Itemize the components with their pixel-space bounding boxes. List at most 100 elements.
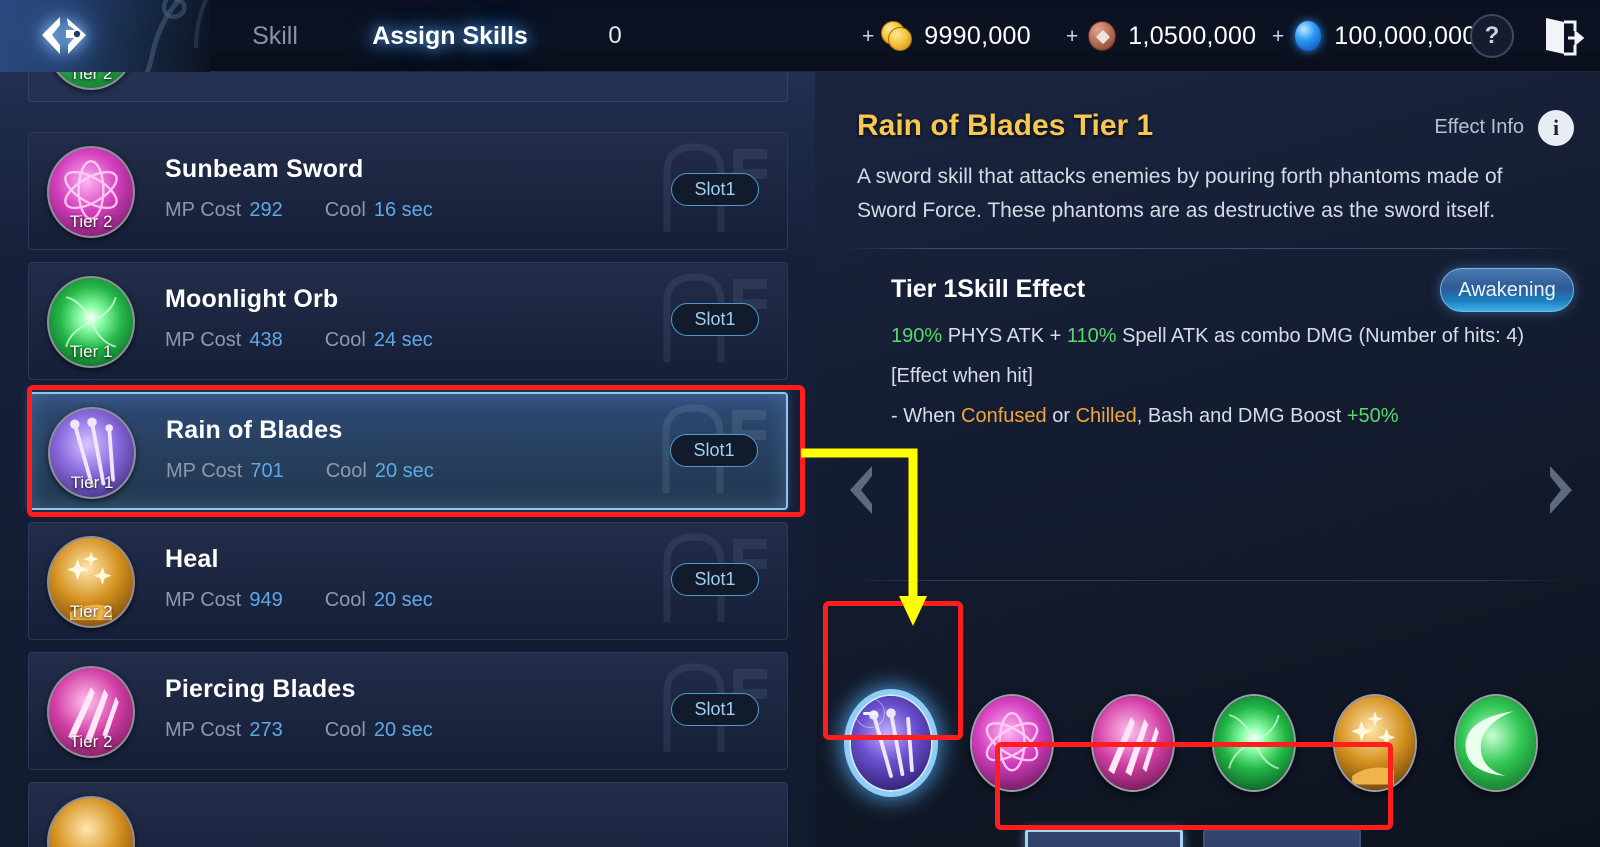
- mp-cost-value: 292: [249, 199, 283, 221]
- list-item-sunbeam-sword[interactable]: Tier 2 Sunbeam Sword MP Cost 292 Cool 16…: [28, 132, 788, 250]
- decorative-swirl-icon: [144, 0, 209, 72]
- copper-plus-label[interactable]: +: [1066, 26, 1078, 47]
- skill-stats: MP Cost 273 Cool 20 sec: [165, 719, 433, 742]
- currency-copper[interactable]: + 1,0500,000: [1066, 0, 1256, 72]
- skill-icon: Tier 1: [48, 407, 136, 499]
- copper-coin-icon: [1085, 19, 1119, 53]
- skill-tier-label: Tier 2: [69, 212, 113, 231]
- gold-plus-label[interactable]: +: [862, 26, 874, 47]
- cooldown-label: Cool: [324, 199, 366, 221]
- status-boost-value: +50%: [1346, 405, 1399, 427]
- skill-icon: Tier 2: [47, 536, 135, 628]
- cooldown-value: 16 sec: [373, 199, 433, 221]
- chevron-left-icon[interactable]: [840, 462, 884, 518]
- skill-tier-label: Tier 2: [69, 72, 113, 83]
- cooldown-value: 20 sec: [373, 589, 433, 611]
- help-button[interactable]: ?: [1470, 14, 1514, 58]
- orb-heal[interactable]: [1333, 694, 1417, 792]
- phys-atk-text: PHYS ATK +: [942, 325, 1067, 347]
- orb-rain-of-blades[interactable]: [849, 694, 933, 792]
- slot1-button[interactable]: Slot1: [1025, 829, 1183, 847]
- slot-badge[interactable]: Slot1: [670, 434, 758, 467]
- skill-description: A sword skill that attacks enemies by po…: [857, 165, 1503, 222]
- orb-piercing-blades[interactable]: [1091, 694, 1175, 792]
- orb-section-divider: [843, 580, 1573, 581]
- status-chilled: Chilled: [1075, 405, 1137, 427]
- orb-moonlight-orb[interactable]: [1212, 694, 1296, 792]
- mp-cost-value: 701: [250, 460, 284, 482]
- skill-tier-label: Tier 2: [69, 732, 113, 751]
- cooldown-label: Cool: [324, 719, 366, 741]
- list-item-rain-of-blades[interactable]: Tier 1 Rain of Blades MP Cost 701 Cool 2…: [28, 392, 788, 510]
- game-logo-icon[interactable]: [34, 14, 96, 58]
- skill-icon: [47, 796, 135, 847]
- skill-icon: Tier 2: [47, 146, 135, 238]
- info-icon[interactable]: i: [1538, 110, 1574, 146]
- slot-badge[interactable]: Slot1: [671, 173, 759, 206]
- skill-icon: Tier 2: [47, 666, 135, 758]
- skill-stats: MP Cost 438 Cool 24 sec: [165, 329, 433, 352]
- tab-assign-skills[interactable]: Assign Skills: [350, 0, 550, 72]
- skill-stats: MP Cost 292 Cool 16 sec: [165, 199, 433, 222]
- gold-coin-icon: [881, 19, 915, 53]
- list-item-partial-bottom[interactable]: [28, 782, 788, 847]
- skill-list-panel[interactable]: Tier 2 Tier 2 Sunbeam Sword MP Cost 292: [0, 72, 815, 847]
- blue-gem-icon: [1291, 19, 1325, 53]
- cooldown-value: 24 sec: [373, 329, 433, 351]
- slot-badge[interactable]: Slot1: [671, 693, 759, 726]
- status-confused: Confused: [961, 405, 1047, 427]
- status-prefix: - When: [891, 405, 962, 427]
- orb-crescent-slash[interactable]: [1454, 694, 1538, 792]
- mp-cost-label: MP Cost: [166, 460, 243, 482]
- gold-amount: 9990,000: [924, 21, 1031, 50]
- remove-skill-icon[interactable]: [855, 698, 885, 728]
- mp-cost-value: 949: [249, 589, 283, 611]
- skill-point-count: 0: [608, 22, 622, 49]
- slot-badge[interactable]: Slot1: [671, 563, 759, 596]
- orb-sunbeam-sword[interactable]: [970, 694, 1054, 792]
- effect-info-label[interactable]: Effect Info: [1434, 116, 1524, 139]
- status-boost-text: , Bash and DMG Boost: [1136, 405, 1347, 427]
- skill-assign-screen: Skill Assign Skills 0 + 9990,000 + 1,050…: [0, 0, 1600, 847]
- gem-plus-label[interactable]: +: [1272, 26, 1284, 47]
- skill-stats: MP Cost 701 Cool 20 sec: [166, 460, 434, 483]
- logo-panel: [0, 0, 210, 72]
- awakening-button[interactable]: Awakening: [1440, 268, 1574, 312]
- exit-door-icon[interactable]: [1542, 15, 1586, 57]
- slot-badge[interactable]: Slot1: [671, 303, 759, 336]
- phys-atk-percent: 190%: [891, 325, 943, 347]
- chevron-right-icon[interactable]: [1538, 462, 1582, 518]
- list-item-piercing-blades[interactable]: Tier 2 Piercing Blades MP Cost 273 Cool …: [28, 652, 788, 770]
- spell-atk-percent: 110%: [1066, 325, 1117, 347]
- skill-icon: Tier 2: [47, 72, 135, 90]
- slot2-button[interactable]: Slot2: [1203, 829, 1361, 847]
- cooldown-value: 20 sec: [373, 719, 433, 741]
- tab-skill[interactable]: Skill: [200, 0, 350, 72]
- skill-name: Sunbeam Sword: [165, 155, 364, 183]
- cooldown-label: Cool: [325, 460, 367, 482]
- mp-cost-value: 438: [249, 329, 283, 351]
- effect-when-hit-heading: [Effect when hit]: [891, 365, 1033, 387]
- mp-cost-value: 273: [249, 719, 283, 741]
- list-item-heal[interactable]: Tier 2 Heal MP Cost 949 Cool 20 sec Slot…: [28, 522, 788, 640]
- combo-dmg-text: Spell ATK as combo DMG (Number of hits: …: [1116, 325, 1525, 347]
- cooldown-label: Cool: [324, 589, 366, 611]
- effect-line-status: - When Confused or Chilled, Bash and DMG…: [891, 405, 1399, 428]
- skill-tier-label: Tier 2: [69, 602, 113, 621]
- mp-cost-label: MP Cost: [165, 719, 242, 741]
- cooldown-label: Cool: [324, 329, 366, 351]
- skill-tier-label: Tier 1: [70, 473, 114, 492]
- skill-stats: MP Cost 949 Cool 20 sec: [165, 589, 433, 612]
- copper-amount: 1,0500,000: [1128, 21, 1257, 50]
- currency-gold[interactable]: + 9990,000: [862, 0, 1031, 72]
- list-item-moonlight-orb[interactable]: Tier 1 Moonlight Orb MP Cost 438 Cool 24…: [28, 262, 788, 380]
- currency-gem[interactable]: + 100,000,000: [1272, 0, 1477, 72]
- skill-detail-panel: Rain of Blades Tier 1 Effect Info i A sw…: [815, 72, 1600, 847]
- effect-heading: Tier 1Skill Effect: [891, 275, 1086, 303]
- page-title: Rain of Blades Tier 1: [857, 109, 1154, 142]
- list-item-partial[interactable]: Tier 2: [28, 72, 788, 102]
- mp-cost-label: MP Cost: [165, 199, 242, 221]
- skill-name: Moonlight Orb: [165, 285, 339, 313]
- section-divider: [843, 248, 1573, 249]
- skill-name: Rain of Blades: [166, 416, 343, 444]
